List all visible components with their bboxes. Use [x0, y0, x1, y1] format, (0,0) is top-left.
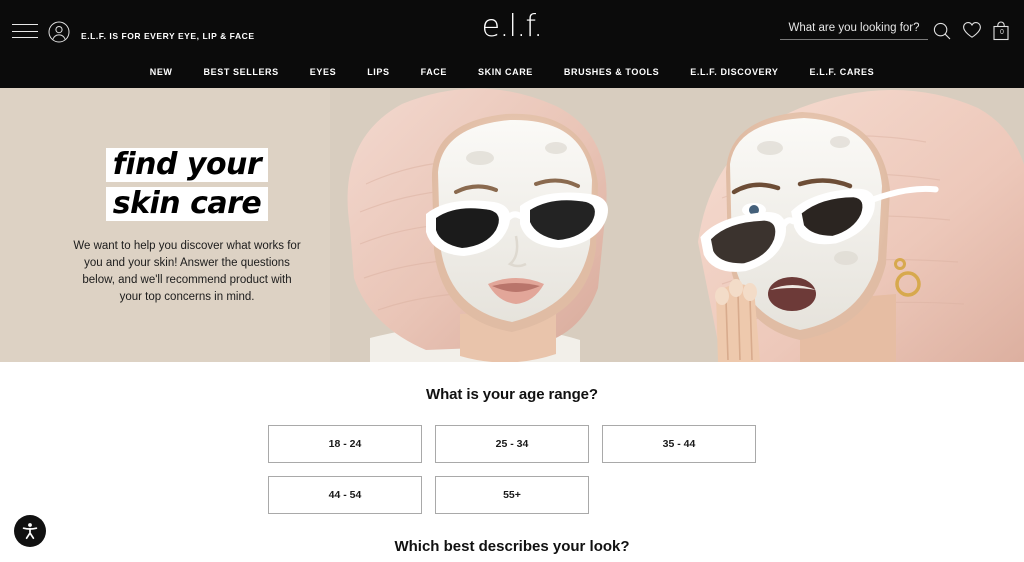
age-range-options: 18 - 24 25 - 34 35 - 44 44 - 54 55+ — [268, 425, 756, 514]
question-title-look: Which best describes your look? — [394, 538, 630, 555]
hero-headline-line-1: find your — [105, 148, 269, 182]
option-age-44-54[interactable]: 44 - 54 — [268, 476, 422, 514]
nav-item-new[interactable]: NEW — [150, 67, 173, 77]
nav-item-elf-discovery[interactable]: E.L.F. DISCOVERY — [690, 67, 778, 77]
nav-item-lips[interactable]: LIPS — [367, 67, 389, 77]
bag-icon[interactable] — [992, 21, 1012, 41]
hero-banner: find your skin care We want to help you … — [0, 88, 1024, 362]
search-icon[interactable] — [932, 21, 952, 41]
heart-icon[interactable] — [962, 21, 982, 41]
hero-headline: find your skin care — [62, 148, 312, 221]
main-navigation: NEW BEST SELLERS EYES LIPS FACE SKIN CAR… — [0, 56, 1024, 88]
option-age-35-44[interactable]: 35 - 44 — [602, 425, 756, 463]
quiz-section: What is your age range? 18 - 24 25 - 34 … — [0, 362, 1024, 562]
question-title-age-range: What is your age range? — [426, 386, 598, 403]
nav-item-brushes-tools[interactable]: BRUSHES & TOOLS — [564, 67, 659, 77]
nav-item-skin-care[interactable]: SKIN CARE — [478, 67, 533, 77]
hero-copy: find your skin care We want to help you … — [62, 148, 312, 306]
nav-item-face[interactable]: FACE — [421, 67, 447, 77]
accessibility-icon[interactable] — [14, 515, 46, 547]
hero-image — [330, 88, 1024, 362]
search-field-wrapper — [780, 18, 928, 40]
nav-item-best-sellers[interactable]: BEST SELLERS — [204, 67, 279, 77]
search-input[interactable] — [780, 20, 928, 40]
site-header: E.L.F. IS FOR EVERY EYE, LIP & FACE e.l.… — [0, 0, 1024, 88]
option-age-25-34[interactable]: 25 - 34 — [435, 425, 589, 463]
option-age-18-24[interactable]: 18 - 24 — [268, 425, 422, 463]
nav-item-elf-cares[interactable]: E.L.F. CARES — [810, 67, 875, 77]
hero-headline-line-2: skin care — [105, 187, 269, 221]
nav-item-eyes[interactable]: EYES — [310, 67, 336, 77]
header-top-bar: E.L.F. IS FOR EVERY EYE, LIP & FACE e.l.… — [0, 0, 1024, 56]
option-age-55-plus[interactable]: 55+ — [435, 476, 589, 514]
hero-subtext: We want to help you discover what works … — [73, 240, 301, 303]
